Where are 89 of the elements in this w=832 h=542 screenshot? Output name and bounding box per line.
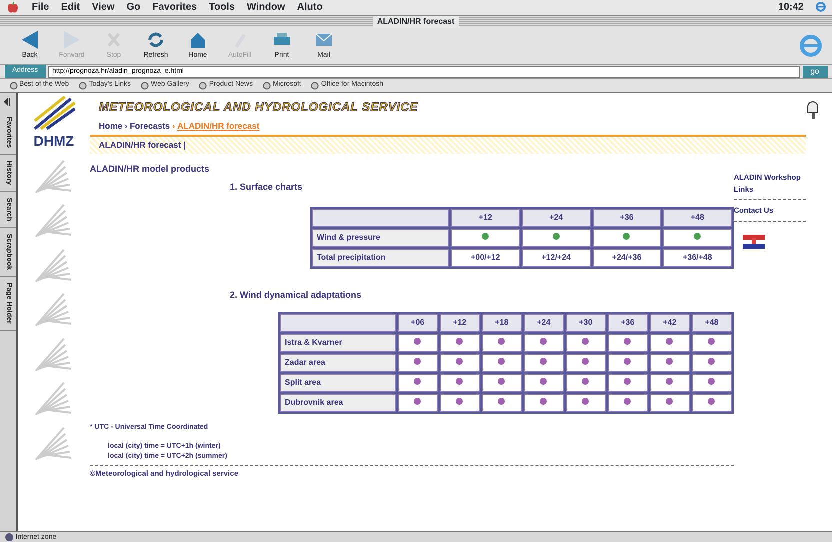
- dot-link-icon[interactable]: [540, 358, 548, 366]
- dot-link-icon[interactable]: [540, 338, 548, 346]
- table-link[interactable]: +36/+48: [663, 248, 732, 267]
- dot-link-icon[interactable]: [540, 378, 548, 386]
- table-link[interactable]: +00/+12: [451, 248, 520, 267]
- menu-item[interactable]: Window: [241, 0, 292, 15]
- row-label: Dubrovnik area: [280, 394, 396, 412]
- heading: ALADIN/HR model products: [90, 163, 211, 176]
- breadcrumb-link[interactable]: Home: [99, 120, 123, 133]
- menu-item[interactable]: Edit: [55, 0, 86, 15]
- row-label: Split area: [280, 374, 396, 392]
- dot-link-icon[interactable]: [456, 378, 464, 386]
- globe-icon: [311, 82, 320, 90]
- breadcrumb-separator: ›: [124, 120, 128, 133]
- dot-link-icon[interactable]: [708, 378, 716, 386]
- column-header: +48: [692, 314, 732, 332]
- column-header: +06: [398, 314, 438, 332]
- globe-icon: [262, 82, 271, 90]
- row-label: Wind & pressure: [312, 228, 450, 247]
- dot-link-icon[interactable]: [498, 338, 506, 346]
- globe-icon: [141, 82, 149, 90]
- dot-link-icon[interactable]: [582, 338, 590, 346]
- go-button[interactable]: go: [802, 66, 828, 78]
- dot-link-icon[interactable]: [482, 232, 490, 240]
- dot-link-icon[interactable]: [498, 358, 506, 366]
- table-title: 2. Wind dynamical adaptations: [230, 288, 362, 302]
- menu-item[interactable]: Favorites: [146, 0, 204, 15]
- dot-link-icon[interactable]: [498, 398, 506, 406]
- table-title: 1. Surface charts: [230, 181, 304, 194]
- column-header: +36: [608, 314, 648, 332]
- column-header: +30: [566, 314, 606, 332]
- dot-link-icon[interactable]: [624, 338, 632, 346]
- dot-link-icon[interactable]: [624, 398, 632, 406]
- clock: 10:42: [777, 1, 805, 15]
- dot-link-icon[interactable]: [540, 398, 548, 406]
- logo-icon: [31, 95, 77, 132]
- dot-link-icon[interactable]: [666, 338, 674, 346]
- table-link[interactable]: +12/+24: [522, 248, 591, 267]
- window-title: ALADIN/HR forecast: [373, 16, 459, 28]
- table-link[interactable]: +24/+36: [592, 248, 662, 267]
- dot-link-icon[interactable]: [624, 358, 632, 366]
- logo-text: DHMZ: [34, 132, 74, 152]
- row-label: Total precipitation: [312, 248, 450, 267]
- dot-link-icon[interactable]: [414, 358, 422, 366]
- column-header: +24: [522, 208, 591, 227]
- column-header: +18: [482, 314, 522, 332]
- globe-icon: [79, 82, 88, 90]
- breadcrumb-link[interactable]: Forecasts: [130, 120, 170, 133]
- globe-icon: [199, 82, 208, 90]
- column-header: +48: [663, 208, 732, 227]
- column-header: +24: [524, 314, 564, 332]
- dot-link-icon[interactable]: [414, 338, 422, 346]
- section-title: ALADIN/HR forecast |: [99, 140, 186, 150]
- column-header: +42: [650, 314, 690, 332]
- dot-link-icon[interactable]: [582, 378, 590, 386]
- dot-link-icon[interactable]: [666, 358, 674, 366]
- row-label: Istra & Kvarner: [280, 334, 396, 352]
- column-header: +12: [440, 314, 480, 332]
- dot-link-icon[interactable]: [623, 232, 630, 240]
- globe-icon: [10, 82, 18, 90]
- menu-item[interactable]: File: [26, 0, 56, 15]
- dot-link-icon[interactable]: [708, 398, 716, 406]
- dot-link-icon[interactable]: [456, 338, 464, 346]
- column-header: +12: [451, 208, 520, 227]
- dot-link-icon[interactable]: [414, 378, 422, 386]
- breadcrumb-separator: ›: [172, 120, 176, 133]
- menu-item[interactable]: View: [86, 0, 121, 15]
- site-title: METEOROLOGICAL AND HYDROLOGICAL SERVICE: [98, 98, 420, 116]
- dot-link-icon[interactable]: [624, 378, 632, 386]
- dot-link-icon[interactable]: [582, 358, 590, 366]
- menu-item[interactable]: Aluto: [291, 0, 329, 15]
- dot-link-icon[interactable]: [582, 398, 590, 406]
- dot-link-icon[interactable]: [708, 338, 716, 346]
- dot-link-icon[interactable]: [456, 398, 464, 406]
- dot-link-icon[interactable]: [414, 398, 422, 406]
- globe-icon: [4, 532, 14, 542]
- dot-link-icon[interactable]: [666, 398, 674, 406]
- dot-link-icon[interactable]: [456, 358, 464, 366]
- dot-link-icon[interactable]: [666, 378, 674, 386]
- dot-link-icon[interactable]: [552, 232, 560, 240]
- column-header: +36: [592, 208, 662, 227]
- menu-item[interactable]: Tools: [203, 0, 242, 15]
- row-label: Zadar area: [280, 354, 396, 372]
- browser-logo-icon: [799, 34, 823, 58]
- dot-link-icon[interactable]: [498, 378, 506, 386]
- dot-link-icon[interactable]: [694, 232, 702, 240]
- dot-link-icon[interactable]: [708, 358, 716, 366]
- menu-item[interactable]: Go: [120, 0, 147, 15]
- flag-icon: [743, 235, 765, 249]
